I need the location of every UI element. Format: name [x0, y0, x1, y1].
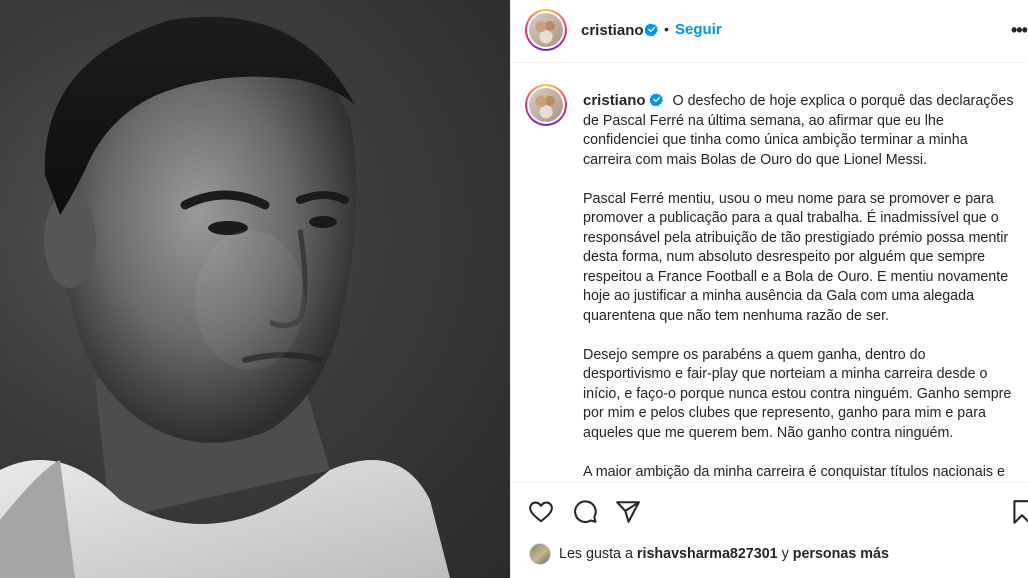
likes-connector: y — [781, 546, 789, 562]
caption-line: carreira com mais Bolas de Ouro do que L… — [583, 151, 928, 168]
caption-line: quarentena que não tem nenhuma razão de … — [583, 307, 890, 324]
author-username[interactable]: cristiano — [581, 22, 644, 39]
author-avatar[interactable] — [525, 9, 567, 51]
follow-button[interactable]: Seguir — [675, 21, 722, 38]
caption-line: por mim e pelos clubes que represento, g… — [583, 405, 986, 421]
caption-line: responsável pela atribuição de tão prest… — [583, 229, 1009, 246]
post-detail-panel: cristiano • Seguir ••• cristiano O desfe… — [510, 0, 1028, 578]
caption-line: de Pascal Ferré na última semana, ao afi… — [583, 112, 944, 129]
post-header: cristiano • Seguir ••• — [511, 0, 1028, 63]
liker-username[interactable]: rishavsharma827301 — [637, 546, 778, 562]
caption-line: confidenciei que tinha como única ambiçã… — [583, 132, 968, 148]
comment-icon[interactable] — [572, 499, 598, 525]
post-photo[interactable] — [0, 0, 510, 578]
caption-line: aqueles que me querem bem. Não ganho con… — [583, 424, 954, 441]
caption-line — [583, 170, 1028, 190]
caption-section: cristiano O desfecho de hoje explica o p… — [511, 64, 1028, 482]
post-actions-bar — [511, 482, 1028, 530]
liker-avatar[interactable] — [529, 543, 551, 565]
portrait-image — [0, 0, 510, 578]
separator-dot: • — [664, 21, 669, 37]
caption-line: Pascal Ferré mentiu, usou o meu nome par… — [583, 190, 994, 207]
bookmark-icon[interactable] — [1009, 499, 1028, 525]
caption-line: respeitou a France Football e a Bola de … — [583, 268, 1009, 285]
likes-others-link[interactable]: personas más — [793, 546, 889, 562]
caption-line-0: cristiano O desfecho de hoje explica o p… — [583, 91, 1028, 112]
caption-line — [583, 443, 1028, 463]
caption-line: promover a publicação para a qual trabal… — [583, 210, 999, 226]
caption-line: início, e faço-o porque nunca estou cont… — [583, 385, 1012, 402]
likes-prefix: Les gusta a — [559, 546, 633, 562]
caption-line: A maior ambição da minha carreira é conq… — [583, 463, 1005, 480]
likes-section: Les gusta a rishavsharma827301 y persona… — [511, 530, 1028, 578]
verified-badge-icon — [649, 93, 663, 106]
caption-text: cristiano O desfecho de hoje explica o p… — [583, 91, 1028, 482]
caption-line: desportivismo e fair-play que norteiam a… — [583, 366, 988, 382]
caption-line: hoje ao justificar a minha ausência da G… — [583, 288, 975, 304]
caption-line — [583, 326, 1028, 346]
likes-text: Les gusta a rishavsharma827301 y persona… — [559, 546, 889, 562]
caption-line: desta forma, num absoluto desrespeito po… — [583, 249, 986, 265]
caption-line: Desejo sempre os parabéns a quem ganha, … — [583, 346, 926, 363]
heart-icon[interactable] — [528, 499, 554, 525]
caption-username[interactable]: cristiano — [583, 92, 646, 109]
verified-badge-icon — [645, 23, 658, 36]
send-icon[interactable] — [615, 499, 641, 525]
caption-first-line: O desfecho de hoje explica o porquê das … — [668, 93, 1014, 109]
more-options-icon[interactable]: ••• — [1011, 20, 1028, 41]
caption-author-avatar[interactable] — [525, 84, 567, 126]
